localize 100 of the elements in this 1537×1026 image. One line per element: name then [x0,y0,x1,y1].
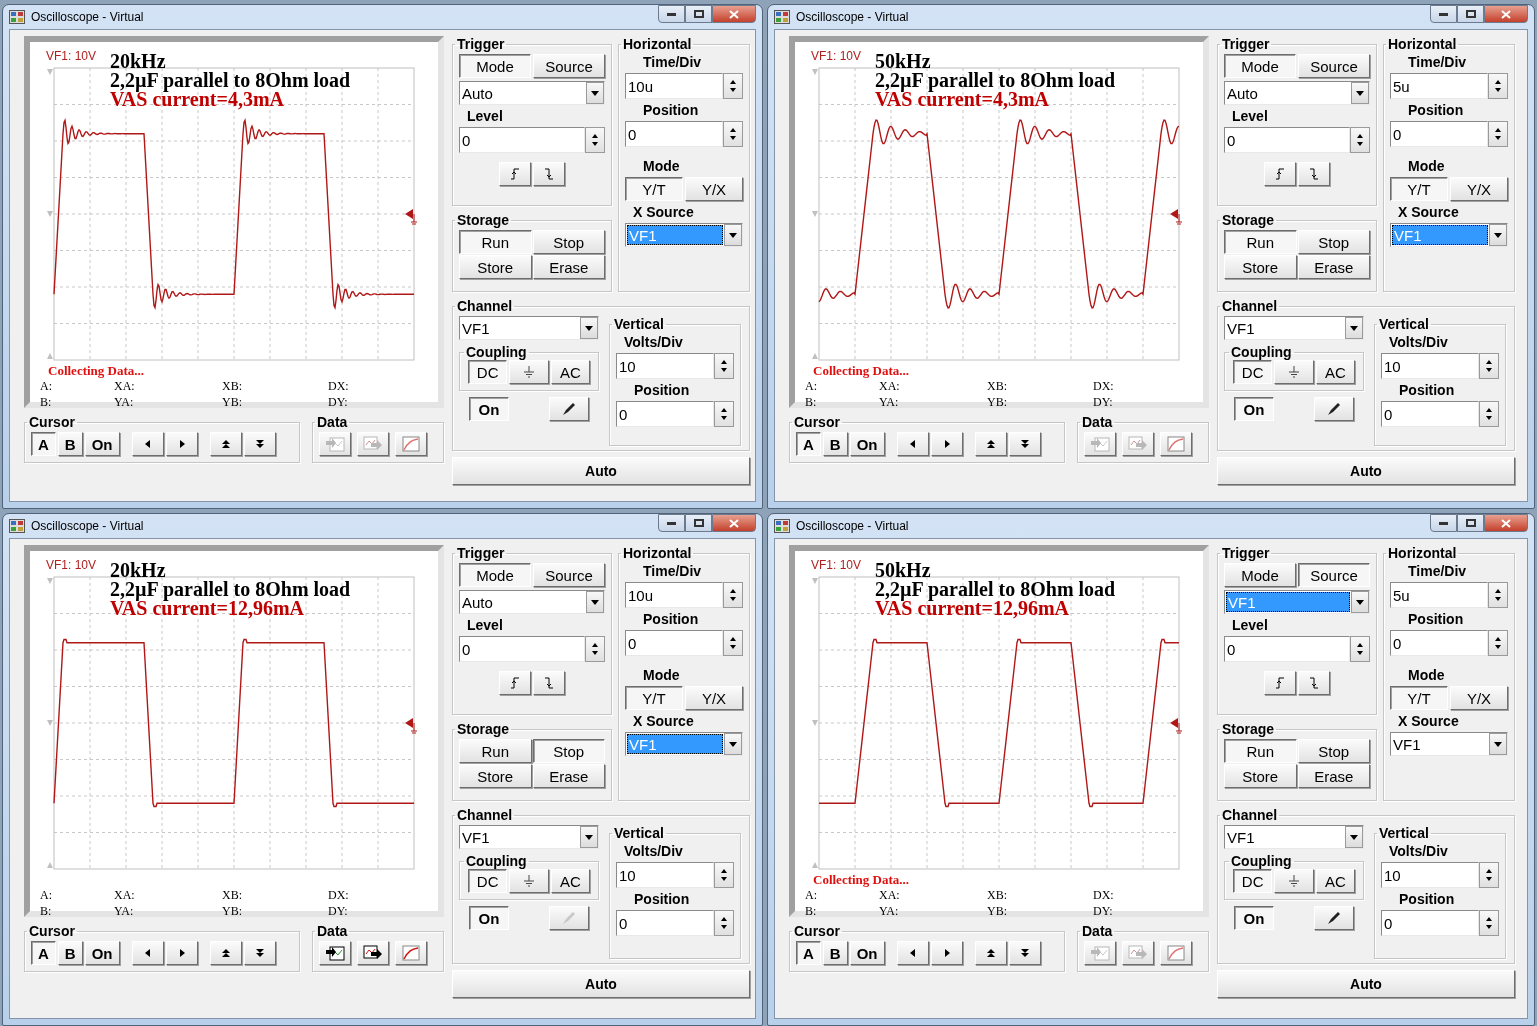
channel-on-button[interactable]: On [1234,906,1274,930]
up-arrow-button[interactable] [209,432,242,456]
dropdown-arrow-button[interactable] [724,224,742,246]
spin-button[interactable] [714,862,734,888]
down-arrow-button[interactable] [243,941,276,965]
storage-button[interactable]: Store [459,764,532,788]
graph-button[interactable] [1160,941,1192,965]
coupling-button[interactable]: AC [1315,360,1355,384]
left-arrow-button[interactable] [896,941,929,965]
auto-button[interactable]: Auto [1217,970,1515,998]
value-field[interactable]: 0 [1381,910,1479,936]
trigger-tab[interactable]: Source [1298,54,1370,78]
value-field[interactable]: 5u [1390,582,1488,608]
coupling-button[interactable]: AC [550,360,590,384]
auto-button[interactable]: Auto [1217,457,1515,485]
maximize-button[interactable] [1457,5,1484,23]
ground-button[interactable] [1274,869,1314,893]
value-field[interactable]: 0 [1224,636,1350,662]
value-field[interactable]: 10 [616,862,714,888]
maximize-button[interactable] [685,514,712,532]
storage-button[interactable]: Store [459,255,532,279]
import-button[interactable] [319,941,351,965]
graph-button[interactable] [395,432,427,456]
spin-button[interactable] [1479,353,1499,379]
dropdown-arrow-button[interactable] [1351,591,1369,613]
cursor-button[interactable]: A [796,941,821,965]
storage-button[interactable]: Erase [1297,764,1370,788]
trigger-tab[interactable]: Mode [1224,563,1296,587]
storage-button[interactable]: Stop [1297,739,1370,763]
spin-button[interactable] [723,73,743,99]
falling-edge-button[interactable] [1298,671,1330,695]
graph-button[interactable] [395,941,427,965]
dropdown-arrow-button[interactable] [1489,224,1507,246]
cursor-button[interactable]: On [849,432,885,456]
falling-edge-button[interactable] [1298,162,1330,186]
dropdown-arrow-button[interactable] [580,826,598,848]
spin-button[interactable] [1350,636,1370,662]
value-field[interactable]: 0 [616,401,714,427]
dropdown-arrow-button[interactable] [1351,82,1369,104]
dropdown-arrow-button[interactable] [580,317,598,339]
trigger-tab[interactable]: Mode [1224,54,1296,78]
mode-button[interactable]: Y/X [685,177,743,201]
rising-edge-button[interactable] [1264,671,1296,695]
storage-button[interactable]: Run [459,739,532,763]
value-field[interactable]: 0 [1390,630,1488,656]
spin-button[interactable] [714,353,734,379]
falling-edge-button[interactable] [533,671,565,695]
value-field[interactable]: 10 [616,353,714,379]
coupling-button[interactable]: DC [1233,360,1273,384]
dropdown-field[interactable]: VF1 [1224,316,1364,340]
value-field[interactable]: 0 [1224,127,1350,153]
storage-button[interactable]: Erase [1297,255,1370,279]
dropdown-arrow-button[interactable] [1345,317,1363,339]
value-field[interactable]: 0 [1390,121,1488,147]
value-field[interactable]: 10u [625,73,723,99]
dropdown-arrow-button[interactable] [1345,826,1363,848]
coupling-button[interactable]: DC [1233,869,1273,893]
mode-button[interactable]: Y/T [1390,686,1448,710]
dropdown-field[interactable]: Auto [459,590,605,614]
cursor-button[interactable]: On [849,941,885,965]
dropdown-field[interactable]: VF1 [459,825,599,849]
coupling-button[interactable]: DC [468,360,508,384]
value-field[interactable]: 5u [1390,73,1488,99]
cursor-button[interactable]: B [57,432,83,456]
value-field[interactable]: 0 [625,121,723,147]
value-field[interactable]: 10 [1381,862,1479,888]
storage-button[interactable]: Stop [532,230,605,254]
mode-button[interactable]: Y/T [625,686,683,710]
trigger-tab[interactable]: Mode [459,54,531,78]
spin-button[interactable] [1488,73,1508,99]
dropdown-field[interactable]: VF1 [459,316,599,340]
mode-button[interactable]: Y/T [1390,177,1448,201]
spin-button[interactable] [1488,582,1508,608]
value-field[interactable]: 10 [1381,353,1479,379]
dropdown-arrow-button[interactable] [724,733,742,755]
dropdown-field[interactable]: Auto [459,81,605,105]
value-field[interactable]: 0 [459,636,585,662]
maximize-button[interactable] [685,5,712,23]
value-field[interactable]: 0 [625,630,723,656]
storage-button[interactable]: Erase [532,255,605,279]
close-button[interactable] [1484,514,1528,532]
storage-button[interactable]: Run [1224,230,1297,254]
spin-button[interactable] [714,910,734,936]
dropdown-arrow-button[interactable] [586,591,604,613]
close-button[interactable] [712,5,756,23]
cursor-button[interactable]: On [84,432,120,456]
storage-button[interactable]: Run [459,230,532,254]
coupling-button[interactable]: DC [468,869,508,893]
spin-button[interactable] [723,630,743,656]
spin-button[interactable] [1479,401,1499,427]
coupling-button[interactable]: AC [550,869,590,893]
probe-button[interactable] [1314,397,1354,421]
up-arrow-button[interactable] [974,941,1007,965]
channel-on-button[interactable]: On [1234,397,1274,421]
ground-button[interactable] [509,360,549,384]
value-field[interactable]: 10u [625,582,723,608]
down-arrow-button[interactable] [1008,432,1041,456]
storage-button[interactable]: Run [1224,739,1297,763]
spin-button[interactable] [585,127,605,153]
left-arrow-button[interactable] [131,432,164,456]
